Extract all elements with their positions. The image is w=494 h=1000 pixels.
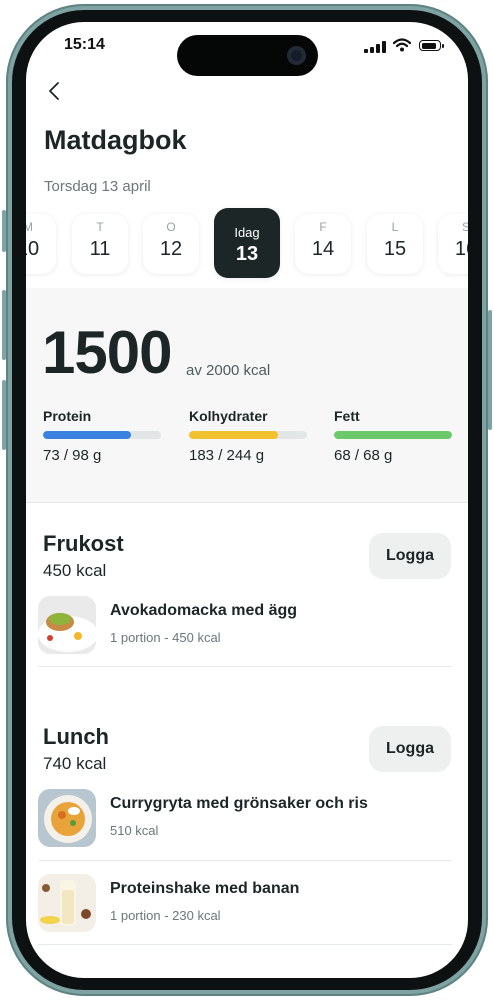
volume-down-button: [2, 380, 6, 450]
day-item[interactable]: T 11: [72, 214, 128, 274]
camera-icon: [287, 46, 306, 65]
macro-name: Protein: [43, 408, 92, 424]
day-number: 11: [89, 238, 111, 260]
food-name: Proteinshake med banan: [110, 880, 300, 897]
day-label: L: [391, 220, 399, 234]
wifi-icon: [393, 38, 411, 52]
page-date: Torsdag 13 april: [44, 178, 151, 195]
daily-summary: 1500 av 2000 kcal Protein 73 / 98 g Kolh…: [26, 288, 468, 503]
kcal-consumed: 1500: [42, 319, 172, 386]
macro-fat: Fett 68 / 68 g: [334, 408, 452, 464]
day-label: O: [166, 220, 176, 234]
food-desc: 510 kcal: [110, 823, 159, 838]
day-label: S: [461, 220, 468, 234]
macro-name: Fett: [334, 408, 360, 424]
day-number: 14: [311, 238, 335, 260]
signal-icon: [364, 41, 386, 53]
day-number: 16: [454, 238, 468, 260]
dynamic-island: [177, 35, 318, 76]
macro-progress-bar: [334, 431, 452, 439]
day-label: M: [26, 220, 33, 234]
day-item[interactable]: F 14: [295, 214, 351, 274]
food-name: Avokadomacka med ägg: [110, 602, 298, 619]
day-number: 13: [235, 243, 259, 265]
day-label: T: [96, 220, 104, 234]
macro-progress-fill: [43, 431, 131, 439]
day-number: 12: [159, 238, 183, 260]
meal-kcal-lunch: 740 kcal: [43, 754, 107, 773]
log-lunch-button[interactable]: Logga: [369, 726, 451, 772]
day-label: Idag: [234, 225, 260, 240]
back-chevron-icon[interactable]: [44, 80, 66, 102]
app-screen: 15:14 Matdagbok Torsdag 13 april M 10 T …: [26, 22, 468, 978]
food-item[interactable]: Proteinshake med banan 1 portion - 230 k…: [38, 874, 452, 940]
volume-up-button: [2, 290, 6, 360]
macro-value: 68 / 68 g: [334, 447, 393, 464]
food-image-avocado-toast: [38, 596, 96, 654]
day-item[interactable]: M 10: [26, 214, 56, 274]
macro-value: 73 / 98 g: [43, 447, 102, 464]
divider: [38, 944, 452, 945]
divider: [38, 666, 452, 667]
food-name: Currygryta med grönsaker och ris: [110, 795, 368, 812]
macro-progress-fill: [189, 431, 278, 439]
day-item[interactable]: O 12: [143, 214, 199, 274]
page-title: Matdagbok: [44, 125, 187, 155]
side-button: [2, 210, 6, 252]
macro-progress-fill: [334, 431, 452, 439]
macro-progress-bar: [189, 431, 307, 439]
food-image-curry: [38, 789, 96, 847]
day-selector: M 10 T 11 O 12 Idag 13 F 14 L 15 S 16: [26, 208, 468, 280]
macro-progress-bar: [43, 431, 161, 439]
day-label: F: [319, 220, 327, 234]
log-breakfast-button[interactable]: Logga: [369, 533, 451, 579]
meal-title-lunch: Lunch: [43, 724, 109, 749]
food-item[interactable]: Currygryta med grönsaker och ris 510 kca…: [38, 789, 452, 855]
macro-value: 183 / 244 g: [189, 447, 265, 464]
day-item-today[interactable]: Idag 13: [214, 208, 280, 278]
food-desc: 1 portion - 230 kcal: [110, 908, 221, 923]
status-time: 15:14: [64, 36, 105, 53]
meal-title-breakfast: Frukost: [43, 531, 124, 556]
meal-kcal-breakfast: 450 kcal: [43, 561, 107, 580]
battery-icon: [419, 40, 444, 51]
divider: [38, 860, 452, 861]
macro-carbs: Kolhydrater 183 / 244 g: [189, 408, 307, 464]
day-item[interactable]: S 16: [438, 214, 468, 274]
food-item[interactable]: Avokadomacka med ägg 1 portion - 450 kca…: [38, 596, 452, 662]
food-image-protein-shake: [38, 874, 96, 932]
kcal-goal: av 2000 kcal: [186, 362, 271, 379]
food-desc: 1 portion - 450 kcal: [110, 630, 221, 645]
day-number: 10: [26, 238, 40, 260]
day-item[interactable]: L 15: [367, 214, 423, 274]
power-button: [488, 310, 492, 430]
day-number: 15: [383, 238, 407, 260]
macro-protein: Protein 73 / 98 g: [43, 408, 161, 464]
macro-name: Kolhydrater: [189, 408, 268, 424]
